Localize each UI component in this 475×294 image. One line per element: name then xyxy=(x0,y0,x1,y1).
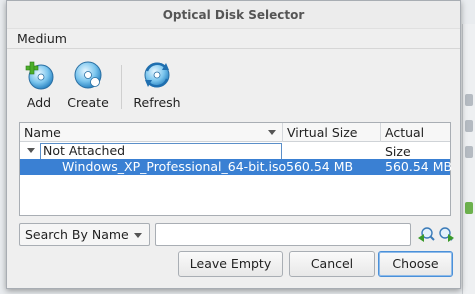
create-button[interactable]: Create xyxy=(65,59,111,115)
leave-empty-button[interactable]: Leave Empty xyxy=(178,251,283,277)
row-name: Windows_XP_Professional_64-bit.iso xyxy=(62,159,287,174)
refresh-label: Refresh xyxy=(133,95,181,110)
search-mode-select[interactable]: Search By Name xyxy=(19,223,150,246)
optical-disk-selector-dialog: Optical Disk Selector Medium Add Create … xyxy=(6,0,461,289)
cancel-button[interactable]: Cancel xyxy=(289,251,375,277)
expand-arrow-icon[interactable] xyxy=(27,148,35,153)
search-input[interactable] xyxy=(155,223,411,246)
refresh-button[interactable]: Refresh xyxy=(129,59,185,115)
table-row[interactable]: Windows_XP_Professional_64-bit.iso 560.5… xyxy=(20,159,453,175)
add-disk-icon xyxy=(25,61,54,90)
tree-group-not-attached[interactable]: Not Attached xyxy=(20,143,450,159)
search-row: Search By Name xyxy=(19,223,454,247)
row-virtual-size: 560.54 MB xyxy=(286,159,354,174)
column-header-actual-size[interactable]: Actual Size xyxy=(381,123,450,159)
background-window-edge xyxy=(462,24,475,294)
add-label: Add xyxy=(26,95,52,110)
toolbar-separator xyxy=(121,65,122,109)
column-header-name[interactable]: Name xyxy=(20,123,283,142)
background-mark xyxy=(465,202,473,214)
refresh-icon xyxy=(144,62,170,88)
dialog-title: Optical Disk Selector xyxy=(7,1,460,29)
add-button[interactable]: Add xyxy=(19,59,59,115)
create-disk-icon xyxy=(74,61,102,89)
search-prev-icon[interactable] xyxy=(417,226,435,244)
group-label: Not Attached xyxy=(40,143,282,159)
column-header-virtual-size[interactable]: Virtual Size xyxy=(283,123,381,142)
background-mark xyxy=(465,146,473,158)
background-mark xyxy=(465,94,473,106)
create-label: Create xyxy=(67,95,109,110)
row-actual-size: 560.54 MB xyxy=(385,159,453,174)
choose-button[interactable]: Choose xyxy=(378,251,453,277)
chevron-down-icon xyxy=(134,233,142,238)
menu-medium[interactable]: Medium xyxy=(13,31,71,46)
menubar: Medium xyxy=(7,29,460,49)
sort-arrow-icon xyxy=(268,130,276,135)
column-header-name-label: Name xyxy=(24,125,61,140)
medium-tree[interactable]: Name Virtual Size Actual Size Not Attach… xyxy=(19,122,453,216)
search-mode-label: Search By Name xyxy=(25,227,129,242)
search-next-icon[interactable] xyxy=(437,226,455,244)
toolbar: Add Create Refresh xyxy=(7,53,460,117)
background-mark xyxy=(465,120,473,132)
tree-header: Name Virtual Size Actual Size xyxy=(20,123,450,159)
